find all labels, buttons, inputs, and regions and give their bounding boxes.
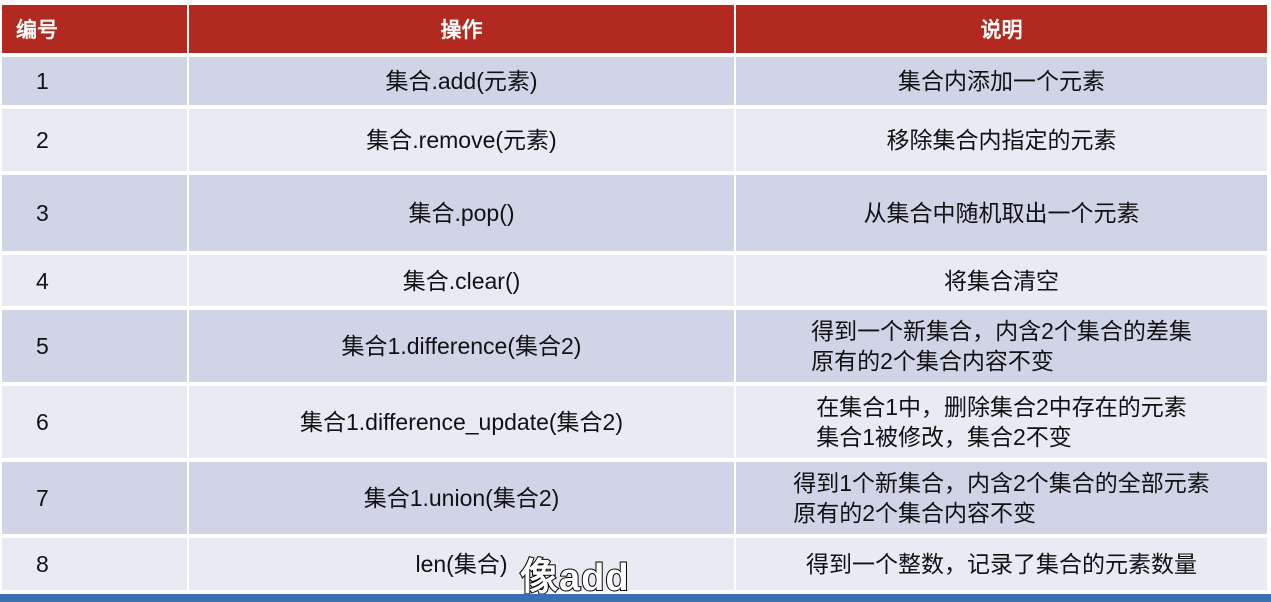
header-number: 编号 (2, 5, 189, 55)
row-description: 得到一个新集合，内含2个集合的差集 原有的2个集合内容不变 (735, 306, 1267, 384)
header-description: 说明 (735, 5, 1267, 55)
header-operation: 操作 (188, 5, 736, 55)
row-number: 2 (2, 105, 189, 173)
description-line: 得到1个新集合，内含2个集合的全部元素 (793, 470, 1210, 496)
row-operation: 集合1.difference(集合2) (188, 306, 736, 384)
bottom-accent-bar (0, 594, 1271, 602)
row-number: 1 (2, 53, 189, 107)
row-operation: 集合.remove(元素) (188, 105, 736, 173)
row-number: 3 (2, 171, 189, 253)
description-line: 得到一个新集合，内含2个集合的差集 (811, 318, 1192, 344)
table-row: 1 集合.add(元素) 集合内添加一个元素 (2, 53, 1267, 107)
description-line: 原有的2个集合内容不变 (793, 500, 1036, 526)
row-description: 集合内添加一个元素 (735, 53, 1267, 107)
table-row: 8 len(集合) 得到一个整数，记录了集合的元素数量 (2, 534, 1267, 590)
row-description: 将集合清空 (735, 251, 1267, 308)
row-operation: 集合.add(元素) (188, 53, 736, 107)
row-operation: 集合.pop() (188, 171, 736, 253)
row-number: 4 (2, 251, 189, 308)
set-operations-table: 编号 操作 说明 1 集合.add(元素) 集合内添加一个元素 2 集合.rem… (2, 5, 1267, 590)
row-number: 7 (2, 458, 189, 536)
row-number: 5 (2, 306, 189, 384)
table-row: 4 集合.clear() 将集合清空 (2, 251, 1267, 308)
description-line: 在集合1中，删除集合2中存在的元素 (816, 394, 1187, 420)
table-header-row: 编号 操作 说明 (2, 5, 1267, 55)
row-description: 得到一个整数，记录了集合的元素数量 (735, 534, 1267, 590)
description-line: 集合1被修改，集合2不变 (816, 424, 1072, 450)
table-row: 5 集合1.difference(集合2) 得到一个新集合，内含2个集合的差集 … (2, 306, 1267, 384)
table-row: 6 集合1.difference_update(集合2) 在集合1中，删除集合2… (2, 382, 1267, 460)
table-row: 2 集合.remove(元素) 移除集合内指定的元素 (2, 105, 1267, 173)
row-description: 得到1个新集合，内含2个集合的全部元素 原有的2个集合内容不变 (735, 458, 1267, 536)
row-operation: 集合1.difference_update(集合2) (188, 382, 736, 460)
row-number: 6 (2, 382, 189, 460)
table-row: 7 集合1.union(集合2) 得到1个新集合，内含2个集合的全部元素 原有的… (2, 458, 1267, 536)
row-description: 移除集合内指定的元素 (735, 105, 1267, 173)
row-operation: 集合1.union(集合2) (188, 458, 736, 536)
row-description: 在集合1中，删除集合2中存在的元素 集合1被修改，集合2不变 (735, 382, 1267, 460)
table-row: 3 集合.pop() 从集合中随机取出一个元素 (2, 171, 1267, 253)
row-operation: len(集合) (188, 534, 736, 590)
row-number: 8 (2, 534, 189, 590)
slide-frame: 编号 操作 说明 1 集合.add(元素) 集合内添加一个元素 2 集合.rem… (0, 0, 1271, 602)
row-description: 从集合中随机取出一个元素 (735, 171, 1267, 253)
description-line: 原有的2个集合内容不变 (811, 348, 1054, 374)
row-operation: 集合.clear() (188, 251, 736, 308)
